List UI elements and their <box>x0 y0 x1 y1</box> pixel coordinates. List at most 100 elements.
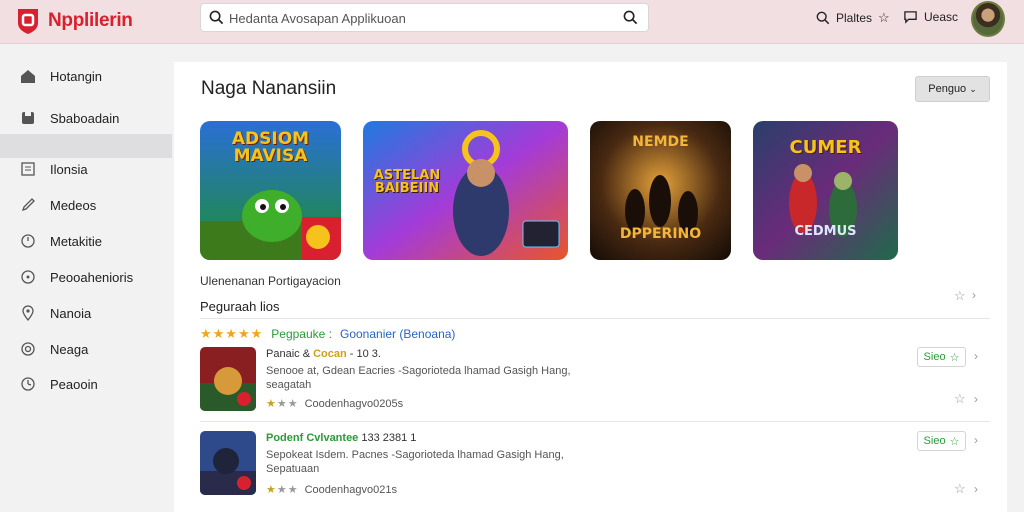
user-label: Ueasc <box>924 10 959 24</box>
sidebar-item-peaooin[interactable]: Peaooin <box>0 372 172 396</box>
sidebar-item-list[interactable]: Ilonsia <box>0 157 172 181</box>
tile-subtitle: CEDMUS <box>794 224 857 239</box>
app-title-part: - 10 3. <box>349 348 381 360</box>
list-item[interactable]: Podenf Cvlvantee 133 2381 1 Sepokeat Isd… <box>200 431 990 501</box>
sidebar-item-metakitie[interactable]: Metakitie <box>0 229 172 253</box>
target-icon <box>21 342 35 356</box>
app-title-highlight: Cocan <box>313 348 347 360</box>
section-label: Ulenenanan Portigayacion <box>200 274 341 288</box>
tile-title: CUMER <box>789 137 862 158</box>
user-action[interactable]: Ueasc <box>903 10 958 24</box>
avatar[interactable] <box>971 1 1005 37</box>
tile-title: ASTELAN BAIBEIIN <box>373 168 441 196</box>
app-logo-icon[interactable] <box>16 7 40 35</box>
sidebar-item-label: Peaooin <box>50 377 98 392</box>
chevron-right-icon[interactable]: › <box>974 349 978 363</box>
star-icon[interactable]: ☆ <box>954 288 966 304</box>
sidebar-item-label: Metakitie <box>50 234 103 249</box>
star-icon: ☆ <box>949 351 960 364</box>
chat-icon <box>904 11 917 24</box>
sidebar-item-medeos[interactable]: Medeos <box>0 193 172 217</box>
circle-icon <box>21 270 35 284</box>
sidebar-item-label: Sbaboadain <box>50 111 120 126</box>
sidebar-item-label: Nanoia <box>50 306 92 321</box>
app-name[interactable]: Npplilerin <box>48 10 133 32</box>
star-icon[interactable]: ☆ <box>954 391 966 407</box>
app-thumbnail-artwork <box>200 347 256 411</box>
rating-stars-icon: ★★★ <box>266 398 299 410</box>
app-thumbnail[interactable] <box>200 347 256 411</box>
sort-dropdown-label: Penguo <box>928 83 967 95</box>
sidebar-item-label: Peooahenioris <box>50 270 134 285</box>
featured-game-tile[interactable]: ADSIOM MAVISA <box>200 121 341 260</box>
pencil-icon <box>21 198 35 212</box>
get-button-label: Sieo <box>923 435 946 447</box>
app-title-highlight: Podenf Cvlvantee <box>266 432 359 444</box>
app-rating: ★★★ Coodenhagvo0205s <box>266 397 404 411</box>
get-button[interactable]: Sieo ☆ <box>917 431 966 451</box>
app-title[interactable]: Podenf Cvlvantee 133 2381 1 <box>266 432 416 444</box>
app-description: Sepokeat Isdem. Pacnes -Sagorioteda lham… <box>266 449 564 475</box>
sidebar-item-peooahenioris[interactable]: Peooahenioris <box>0 265 172 289</box>
chevron-right-icon[interactable]: › <box>974 392 978 406</box>
app-thumbnail[interactable] <box>200 431 256 495</box>
star-icon: ☆ <box>949 435 960 448</box>
sidebar-item-nanoia[interactable]: Nanoia <box>0 301 172 325</box>
top-bar: Npplilerin Plaltes ☆ Ueasc <box>0 0 1024 44</box>
clock-icon <box>21 377 35 391</box>
tile-title: NEMDE <box>632 134 689 150</box>
featured-game-tile[interactable]: NEMDE DPPERINO <box>590 121 731 260</box>
get-button[interactable]: Sieo ☆ <box>917 347 966 367</box>
chevron-right-icon[interactable]: › <box>974 482 978 496</box>
tile-subtitle: DPPERINO <box>619 226 702 242</box>
main-panel: Naga Nanansiin Penguo ⌄ ADSIOM MAVISA AS… <box>174 62 1007 512</box>
app-title-part: 133 2381 1 <box>361 432 417 444</box>
rating-line: ★★★★★ Pegpauke : Goonanier (Benoana) <box>200 326 455 342</box>
rating-link[interactable]: Goonanier (Benoana) <box>340 327 455 341</box>
section-heading: Peguraah lios <box>200 299 280 314</box>
sidebar-item-label: Neaga <box>50 342 89 357</box>
app-title-part: Panaic & <box>266 348 311 360</box>
search-icon <box>209 10 224 25</box>
list-item[interactable]: Panaic & Cocan - 10 3. Senooe at, Gdean … <box>200 347 990 417</box>
sidebar-item-label: Medeos <box>50 198 97 213</box>
plates-action[interactable]: Plaltes ☆ <box>816 10 890 26</box>
app-rating-text: Coodenhagvo021s <box>304 483 397 496</box>
sidebar-item-home[interactable]: Hotangin <box>0 64 172 88</box>
sidebar-item-label: Ilonsia <box>50 162 88 177</box>
app-description: Senooe at, Gdean Eacries -Sagorioteda lh… <box>266 365 571 391</box>
library-icon <box>22 112 34 124</box>
search-bar[interactable] <box>200 3 649 32</box>
chevron-right-icon[interactable]: › <box>972 288 976 302</box>
plates-label: Plaltes <box>836 11 873 25</box>
sort-dropdown[interactable]: Penguo ⌄ <box>915 76 990 102</box>
chevron-down-icon: ⌄ <box>969 83 977 94</box>
search-input[interactable] <box>229 8 609 28</box>
rating-label: Pegpauke : <box>271 327 332 341</box>
divider <box>200 421 990 422</box>
divider <box>200 318 990 319</box>
sidebar-item-neaga[interactable]: Neaga <box>0 337 172 361</box>
sidebar-item-library[interactable]: Sbaboadain <box>0 106 172 130</box>
home-icon <box>21 70 35 83</box>
sidebar-item-label: Hotangin <box>50 69 103 84</box>
featured-game-tile[interactable]: ASTELAN BAIBEIIN <box>363 121 568 260</box>
clock-icon <box>21 234 35 248</box>
app-rating: ★★★ Coodenhagvo021s <box>266 483 397 497</box>
rating-stars: ★★★★★ <box>200 326 264 341</box>
sidebar: Hotangin Sbaboadain Ilonsia Medeos Metak… <box>0 45 172 512</box>
featured-game-tile[interactable]: CUMER CEDMUS <box>753 121 898 260</box>
star-icon[interactable]: ☆ <box>954 481 966 497</box>
tile-title: ADSIOM MAVISA <box>231 129 310 166</box>
get-button-label: Sieo <box>923 351 946 363</box>
list-icon <box>21 162 35 176</box>
search-submit-icon[interactable] <box>623 10 638 25</box>
app-rating-text: Coodenhagvo0205s <box>304 397 404 410</box>
chevron-right-icon[interactable]: › <box>974 433 978 447</box>
rating-stars-icon: ★★★ <box>266 484 299 496</box>
star-icon[interactable]: ☆ <box>878 10 890 26</box>
page-title: Naga Nanansiin <box>201 78 337 99</box>
app-title[interactable]: Panaic & Cocan - 10 3. <box>266 348 381 360</box>
sidebar-selection-highlight <box>0 134 172 158</box>
search-icon <box>816 11 830 25</box>
